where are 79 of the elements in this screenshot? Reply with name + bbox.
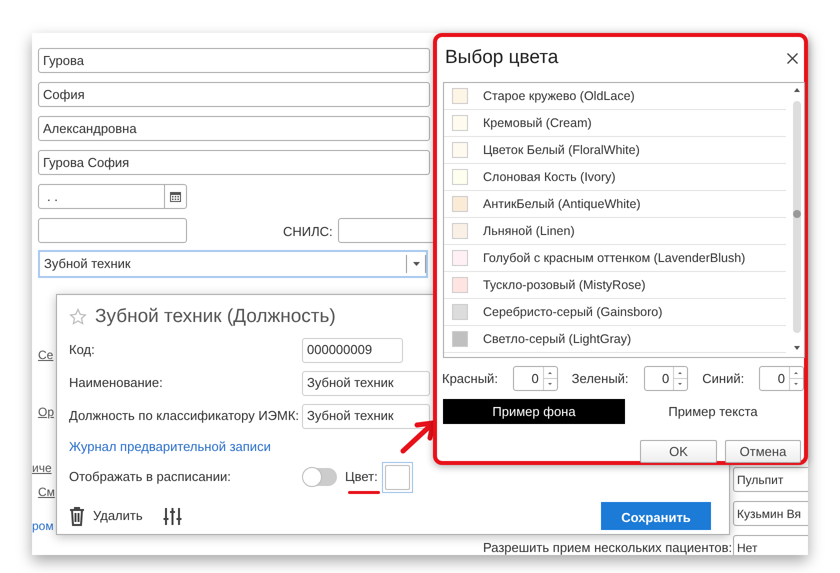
schedule-toggle[interactable] [303, 468, 337, 486]
spin-arrows-icon[interactable] [542, 367, 557, 390]
color-list-item[interactable]: АнтикБелый (AntiqueWhite) [444, 191, 786, 218]
color-name: АнтикБелый (AntiqueWhite) [483, 196, 641, 213]
color-swatch-button[interactable] [382, 462, 413, 492]
dropdown-button[interactable] [406, 255, 426, 273]
side-link[interactable]: Ор [38, 403, 54, 421]
side-link[interactable]: ром [32, 517, 54, 535]
field-label: Код: [69, 341, 96, 360]
text-field[interactable]: Гурова [38, 48, 430, 73]
side-link[interactable]: иче [32, 459, 52, 477]
number-spinner[interactable]: 0 [759, 366, 804, 391]
background-sample: Пример фона [443, 399, 625, 424]
field-label: Отображать в расписании: [69, 468, 232, 486]
number-spinner[interactable]: 0 [644, 366, 688, 391]
color-name: Кремовый (Cream) [483, 114, 592, 132]
caret-icon [412, 262, 420, 266]
number-spinner[interactable]: 0 [512, 366, 558, 391]
text-field[interactable] [38, 218, 187, 243]
color-name: Цветок Белый (FloralWhite) [483, 142, 640, 159]
field-label: Должность по классификатору ИЭМК: [69, 407, 300, 426]
channel-label: Синий: [702, 370, 744, 388]
delete-button[interactable]: Удалить [69, 506, 143, 526]
color-name: Светло-серый (LightGray) [483, 330, 632, 348]
color-name: Льняной (Linen) [483, 222, 575, 240]
text-field[interactable]: Нет [733, 535, 808, 555]
color-list-item[interactable]: Слоновая Кость (Ivory) [444, 164, 786, 191]
channel-label: Красный: [442, 370, 498, 388]
color-list-item[interactable]: Светло-серый (LightGray) [444, 326, 786, 353]
color-list-item[interactable]: Старое кружево (OldLace) [444, 83, 786, 110]
color-name: Старое кружево (OldLace) [483, 88, 635, 105]
trash-icon [69, 506, 85, 526]
text-field[interactable]: Зубной техник [302, 404, 430, 428]
save-button[interactable]: Сохранить [601, 502, 711, 530]
text-field[interactable]: Зубной техник [302, 370, 430, 396]
color-name: Голубой с красным оттенком (LavenderBlush) [483, 250, 746, 267]
spin-arrows-icon[interactable] [673, 367, 688, 390]
journal-link[interactable]: Журнал предварительной записи [69, 436, 271, 456]
dialog-title: Выбор цвета [445, 46, 558, 70]
color-name: Серебристо-серый (Gainsboro) [483, 304, 662, 321]
spinner-value: 0 [530, 370, 540, 388]
side-link[interactable]: Се [38, 346, 54, 364]
spinner-value: 0 [661, 370, 670, 388]
text-field[interactable]: Пульпит [733, 467, 808, 492]
color-name: Слоновая Кость (Ivory) [483, 168, 616, 186]
close-icon[interactable] [787, 52, 798, 64]
dialog-title: Зубной техник (Должность) [95, 305, 336, 329]
select-value: Зубной техник [43, 255, 132, 274]
text-field[interactable]: 000000009 [302, 338, 403, 362]
date-field[interactable]: . . [38, 184, 187, 209]
calendar-icon [170, 191, 181, 202]
settings-icon[interactable] [162, 506, 182, 526]
field-label: Наименование: [69, 374, 164, 392]
dialog-button[interactable]: OK [640, 440, 717, 463]
channel-label: Зеленый: [572, 370, 629, 388]
color-label: Цвет: [345, 468, 378, 486]
color-list-item[interactable]: Серебристо-серый (Gainsboro) [444, 299, 786, 326]
text-field[interactable]: Александровна [38, 116, 430, 141]
text-field[interactable]: София [38, 82, 430, 107]
text-sample: Пример текста [667, 402, 759, 421]
snils-label: СНИЛС: [283, 223, 333, 241]
star-icon[interactable] [69, 308, 87, 326]
spin-arrows-icon[interactable] [788, 367, 803, 390]
color-list-item[interactable]: Голубой с красным оттенком (LavenderBlush) [444, 245, 786, 272]
color-list-item[interactable]: Льняной (Linen) [444, 218, 786, 245]
scrollbar[interactable] [792, 87, 802, 351]
date-value: . . [46, 188, 59, 206]
color-list-item[interactable]: Тускло-розовый (MistyRose) [444, 272, 786, 299]
text-field[interactable]: Кузьмин Вя [733, 501, 808, 526]
color-list-item[interactable]: Кремовый (Cream) [444, 110, 786, 137]
field-label: Разрешить прием нескольких пациентов: [483, 539, 732, 555]
spinner-value: 0 [776, 370, 786, 388]
dialog-button[interactable]: Отмена [725, 440, 801, 463]
annotation-underline [348, 491, 380, 494]
color-list-item[interactable]: Цветок Белый (FloralWhite) [444, 137, 786, 164]
position-select[interactable]: Зубной техник [38, 250, 428, 278]
color-name: Тускло-розовый (MistyRose) [483, 276, 646, 294]
text-field[interactable]: Гурова София [38, 150, 430, 175]
side-link[interactable]: См [38, 483, 55, 501]
